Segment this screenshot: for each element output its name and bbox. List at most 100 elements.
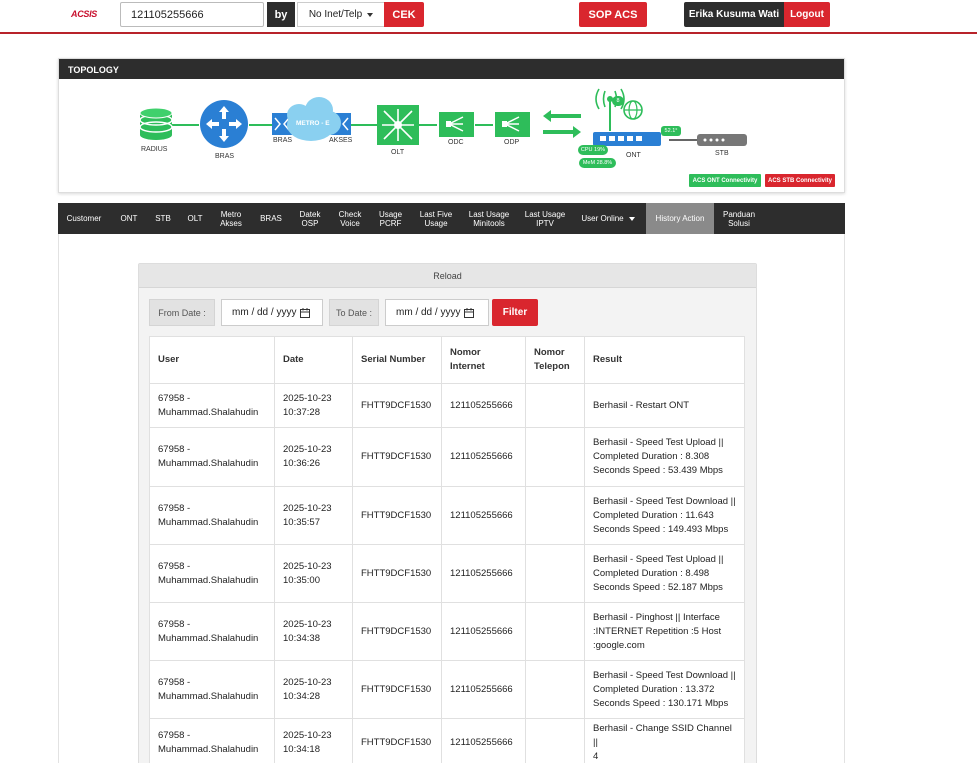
- table-row: 67958 - Muhammad.Shalahudin 2025-10-23 1…: [149, 602, 745, 661]
- cell-user: 67958 - Muhammad.Shalahudin: [149, 544, 275, 603]
- cell-result: Berhasil - Pinghost || Interface :INTERN…: [584, 602, 745, 661]
- acs-ont-connectivity-button[interactable]: ACS ONT Connectivity: [689, 174, 761, 187]
- odc-label: ODC: [448, 139, 464, 146]
- cell-user: 67958 - Muhammad.Shalahudin: [149, 383, 275, 428]
- cell-result: Berhasil - Speed Test Download || Comple…: [584, 660, 745, 719]
- tab-history-action[interactable]: History Action: [646, 203, 714, 234]
- filter-button[interactable]: Filter: [492, 299, 538, 326]
- bras-port-label: BRAS: [273, 137, 293, 144]
- akses-label: AKSES: [329, 137, 353, 144]
- from-date-input[interactable]: mm / dd / yyyy: [221, 299, 323, 326]
- cell-result: Berhasil - Restart ONT: [584, 383, 745, 428]
- cell-result: Berhasil - Speed Test Upload || Complete…: [584, 544, 745, 603]
- column-header-serial[interactable]: Serial Number: [352, 336, 442, 384]
- odp-label: ODP: [504, 139, 520, 146]
- table-row: 67958 - Muhammad.Shalahudin 2025-10-23 1…: [149, 544, 745, 603]
- tab-last-usage-iptv[interactable]: Last Usage IPTV: [521, 203, 569, 234]
- cell-internet: 121105255666: [441, 718, 526, 763]
- ont-temp-badge: 52.1°: [661, 126, 681, 136]
- tab-stb[interactable]: STB: [151, 203, 175, 234]
- cell-user: 67958 - Muhammad.Shalahudin: [149, 660, 275, 719]
- radius-database-icon: [139, 107, 173, 140]
- ont-mem-badge: MeM 28.8%: [579, 158, 616, 168]
- cell-user: 67958 - Muhammad.Shalahudin: [149, 602, 275, 661]
- chevron-down-icon: [367, 12, 374, 17]
- cell-serial: FHTT9DCF1530: [352, 544, 442, 603]
- exchange-arrows-icon: [543, 110, 581, 138]
- column-header-result[interactable]: Result: [584, 336, 745, 384]
- ont-device-icon: [593, 88, 661, 146]
- topology-diagram: RADIUS BRAS METRO - E BRAS AKSES OLT ODC…: [59, 79, 844, 193]
- stb-device-icon: [697, 134, 747, 146]
- cell-user: 67958 - Muhammad.Shalahudin: [149, 718, 275, 763]
- tab-check-voice[interactable]: Check Voice: [334, 203, 366, 234]
- logout-button[interactable]: Logout: [784, 2, 830, 27]
- cell-serial: FHTT9DCF1530: [352, 660, 442, 719]
- tab-olt[interactable]: OLT: [183, 203, 207, 234]
- tab-usage-pcrf[interactable]: Usage PCRF: [374, 203, 407, 234]
- table-row: 67958 - Muhammad.Shalahudin 2025-10-23 1…: [149, 486, 745, 545]
- ont-label: ONT: [626, 152, 641, 159]
- acs-stb-connectivity-button[interactable]: ACS STB Connectivity: [765, 174, 835, 187]
- history-table: User Date Serial Number Nomor Internet N…: [149, 336, 745, 763]
- tab-last-five-usage[interactable]: Last Five Usage: [414, 203, 458, 234]
- cell-date: 2025-10-23 10:34:18: [274, 718, 353, 763]
- sop-acs-button[interactable]: SOP ACS: [579, 2, 647, 27]
- search-type-select[interactable]: No Inet/Telp: [297, 2, 385, 27]
- to-date-label: To Date :: [329, 299, 379, 326]
- cell-telepon: [525, 383, 585, 428]
- column-header-nomor-telepon[interactable]: Nomor Telepon: [525, 336, 585, 384]
- cell-date: 2025-10-23 10:34:28: [274, 660, 353, 719]
- cell-result: Berhasil - Change SSID Channel || 4: [584, 718, 745, 763]
- table-row: 67958 - Muhammad.Shalahudin 2025-10-23 1…: [149, 718, 745, 763]
- tab-user-online[interactable]: User Online: [577, 203, 639, 234]
- cell-result: Berhasil - Speed Test Upload || Complete…: [584, 427, 745, 487]
- tab-panduan-solusi[interactable]: Panduan Solusi: [718, 203, 760, 234]
- main-nav: Customer ONT STB OLT Metro Akses BRAS Da…: [58, 203, 845, 234]
- bras-router-icon: [200, 100, 248, 148]
- ont-signal-badge: 8: [612, 96, 624, 106]
- search-by-label: by: [267, 2, 295, 27]
- cell-date: 2025-10-23 10:35:57: [274, 486, 353, 545]
- app-logo[interactable]: ACSIS: [71, 9, 97, 19]
- tab-metro-akses[interactable]: Metro Akses: [214, 203, 248, 234]
- cek-button[interactable]: CEK: [384, 2, 424, 27]
- cell-telepon: [525, 544, 585, 603]
- cell-date: 2025-10-23 10:37:28: [274, 383, 353, 428]
- tab-bras[interactable]: BRAS: [257, 203, 285, 234]
- odp-splitter-icon: [495, 112, 530, 137]
- column-header-date[interactable]: Date: [274, 336, 353, 384]
- table-row: 67958 - Muhammad.Shalahudin 2025-10-23 1…: [149, 660, 745, 719]
- cell-serial: FHTT9DCF1530: [352, 383, 442, 428]
- cell-internet: 121105255666: [441, 427, 526, 487]
- table-row: 67958 - Muhammad.Shalahudin 2025-10-23 1…: [149, 383, 745, 428]
- cell-user: 67958 - Muhammad.Shalahudin: [149, 427, 275, 487]
- user-name-badge: Erika Kusuma Wati: [684, 2, 784, 27]
- ont-cpu-badge: CPU 19%: [578, 145, 608, 155]
- to-date-input[interactable]: mm / dd / yyyy: [385, 299, 489, 326]
- cell-telepon: [525, 660, 585, 719]
- cell-user: 67958 - Muhammad.Shalahudin: [149, 486, 275, 545]
- tab-ont[interactable]: ONT: [114, 203, 144, 234]
- cell-serial: FHTT9DCF1530: [352, 427, 442, 487]
- cell-internet: 121105255666: [441, 544, 526, 603]
- cell-telepon: [525, 718, 585, 763]
- radius-label: RADIUS: [141, 146, 168, 153]
- cell-serial: FHTT9DCF1530: [352, 602, 442, 661]
- cell-internet: 121105255666: [441, 486, 526, 545]
- tab-customer[interactable]: Customer: [64, 203, 104, 234]
- topology-title: TOPOLOGY: [59, 59, 844, 79]
- cell-internet: 121105255666: [441, 602, 526, 661]
- cell-result: Berhasil - Speed Test Download || Comple…: [584, 486, 745, 545]
- tab-last-usage-minitools[interactable]: Last Usage Minitools: [466, 203, 512, 234]
- tab-datek-osp[interactable]: Datek OSP: [295, 203, 325, 234]
- from-date-placeholder: mm / dd / yyyy: [232, 307, 297, 318]
- chevron-down-icon: [628, 216, 635, 221]
- column-header-nomor-internet[interactable]: Nomor Internet: [441, 336, 526, 384]
- cell-date: 2025-10-23 10:35:00: [274, 544, 353, 603]
- cell-date: 2025-10-23 10:36:26: [274, 427, 353, 487]
- search-input[interactable]: [120, 2, 264, 27]
- cell-telepon: [525, 602, 585, 661]
- reload-button[interactable]: Reload: [139, 264, 756, 288]
- column-header-user[interactable]: User: [149, 336, 275, 384]
